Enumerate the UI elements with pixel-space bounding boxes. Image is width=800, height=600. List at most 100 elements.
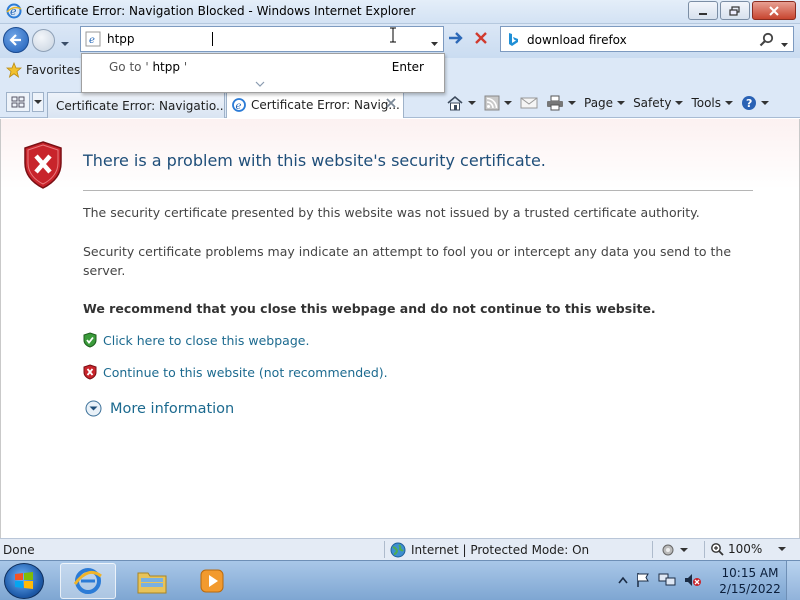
- chevron-down-icon: [34, 99, 42, 104]
- error-warning: Security certificate problems may indica…: [83, 244, 732, 278]
- maximize-button[interactable]: [720, 1, 750, 20]
- print-button[interactable]: [546, 95, 576, 111]
- page-menu[interactable]: Page: [584, 96, 626, 110]
- address-bar[interactable]: e htpp: [80, 26, 444, 52]
- tools-menu[interactable]: Tools: [691, 96, 734, 110]
- taskbar: 10:15 AM 2/15/2022: [0, 560, 800, 600]
- command-bar: Page Safety Tools ?: [446, 92, 777, 114]
- action-center-flag-icon[interactable]: [636, 572, 650, 588]
- back-arrow-icon: [9, 34, 21, 46]
- svg-text:e: e: [236, 101, 242, 112]
- zoom-button[interactable]: 100%: [710, 542, 787, 556]
- search-input[interactable]: download firefox: [527, 33, 627, 47]
- read-mail-button[interactable]: [520, 96, 538, 110]
- goto-term: htpp: [152, 60, 180, 74]
- help-icon: ?: [742, 96, 757, 110]
- tab-certificate-error-2[interactable]: e Certificate Error: Navig...: [226, 90, 404, 118]
- home-button[interactable]: [446, 95, 476, 111]
- clock[interactable]: 10:15 AM 2/15/2022: [718, 565, 782, 597]
- chevron-down-icon: [761, 100, 770, 105]
- stop-button[interactable]: [473, 30, 489, 49]
- taskbar-internet-explorer[interactable]: [60, 563, 116, 599]
- show-hidden-icons-icon[interactable]: [618, 576, 628, 584]
- tab-certificate-error-1[interactable]: e Certificate Error: Navigatio...: [47, 92, 225, 118]
- show-desktop-button[interactable]: [786, 561, 800, 600]
- tools-menu-label: Tools: [691, 96, 722, 110]
- help-menu[interactable]: ?: [741, 95, 770, 111]
- shield-x-icon: [83, 364, 97, 380]
- quick-tabs-button[interactable]: [6, 92, 30, 112]
- close-icon: [386, 98, 396, 108]
- search-icon: [759, 32, 774, 47]
- svg-text:?: ?: [746, 97, 752, 110]
- quick-tabs-icon: [11, 96, 25, 108]
- clock-date: 2/15/2022: [719, 582, 781, 596]
- enter-hint: Enter: [391, 60, 424, 74]
- chevron-down-icon: [617, 100, 626, 105]
- feeds-button[interactable]: [484, 95, 512, 111]
- title-bar: e Certificate Error: Navigation Blocked …: [0, 0, 800, 24]
- taskbar-media-player[interactable]: [184, 563, 240, 599]
- zoom-level: 100%: [728, 542, 763, 556]
- divider: [652, 541, 653, 558]
- chevron-down-icon: [680, 547, 688, 552]
- tab-label: Certificate Error: Navigatio...: [56, 98, 225, 113]
- recent-pages-dropdown[interactable]: [60, 36, 70, 50]
- safety-menu-label: Safety: [633, 96, 672, 110]
- more-information-toggle[interactable]: More information: [85, 400, 234, 417]
- minimize-icon: [699, 12, 707, 15]
- window-controls: [686, 1, 796, 20]
- network-icon[interactable]: [658, 572, 676, 588]
- start-button[interactable]: [4, 563, 44, 599]
- restore-icon: [729, 5, 740, 16]
- forward-button[interactable]: [32, 29, 55, 52]
- autocomplete-goto-item[interactable]: Go to ' htpp ': [109, 60, 187, 74]
- window-title: Certificate Error: Navigation Blocked - …: [26, 4, 416, 18]
- safety-menu[interactable]: Safety: [633, 96, 684, 110]
- chevron-down-icon: [781, 43, 788, 47]
- page-menu-label: Page: [584, 96, 614, 110]
- divider: [83, 190, 753, 191]
- ibeam-cursor-icon: [389, 27, 397, 46]
- address-input[interactable]: htpp: [107, 32, 135, 46]
- folder-icon: [137, 572, 167, 594]
- taskbar-windows-explorer[interactable]: [124, 563, 180, 599]
- search-button[interactable]: [759, 32, 775, 51]
- security-settings-button[interactable]: [658, 542, 688, 558]
- windows-logo-icon: [15, 572, 33, 589]
- back-button[interactable]: [3, 27, 29, 53]
- search-options-dropdown[interactable]: [780, 37, 789, 51]
- shield-x-icon: [23, 141, 63, 192]
- mail-icon: [520, 97, 538, 109]
- go-button[interactable]: [447, 30, 465, 49]
- security-zone[interactable]: Internet | Protected Mode: On: [390, 542, 589, 558]
- search-box[interactable]: download firefox: [500, 26, 794, 52]
- close-tab-button[interactable]: [385, 97, 397, 112]
- bing-icon: [507, 32, 519, 50]
- continue-website-link[interactable]: Continue to this website (not recommende…: [83, 364, 388, 380]
- favorites-label: Favorites: [26, 63, 81, 77]
- close-webpage-link[interactable]: Click here to close this webpage.: [83, 332, 309, 348]
- chevron-down-icon: [61, 42, 69, 46]
- goto-suffix: ': [183, 60, 188, 74]
- page-content: There is a problem with this website's s…: [0, 119, 800, 538]
- chevron-down-icon: [468, 100, 476, 105]
- recommendation: We recommend that you close this webpage…: [83, 301, 656, 316]
- close-window-button[interactable]: [752, 1, 796, 20]
- chevron-down-icon: [255, 81, 265, 87]
- chevron-down-icon: [504, 100, 512, 105]
- volume-muted-icon[interactable]: [684, 572, 702, 588]
- address-dropdown[interactable]: [430, 36, 439, 50]
- autocomplete-expand[interactable]: [255, 81, 265, 87]
- svg-text:e: e: [89, 35, 95, 46]
- goto-prefix: Go to ': [109, 60, 149, 74]
- ie-page-icon: e: [232, 97, 246, 112]
- home-icon: [447, 95, 463, 111]
- favorites-button[interactable]: Favorites: [6, 62, 80, 78]
- tab-list-dropdown[interactable]: [32, 92, 44, 112]
- error-description: The security certificate presented by th…: [83, 205, 700, 220]
- text-caret: [212, 32, 213, 46]
- status-bar: Done Internet | Protected Mode: On 100%: [0, 538, 800, 560]
- zoom-icon: [711, 543, 724, 556]
- minimize-button[interactable]: [688, 1, 718, 20]
